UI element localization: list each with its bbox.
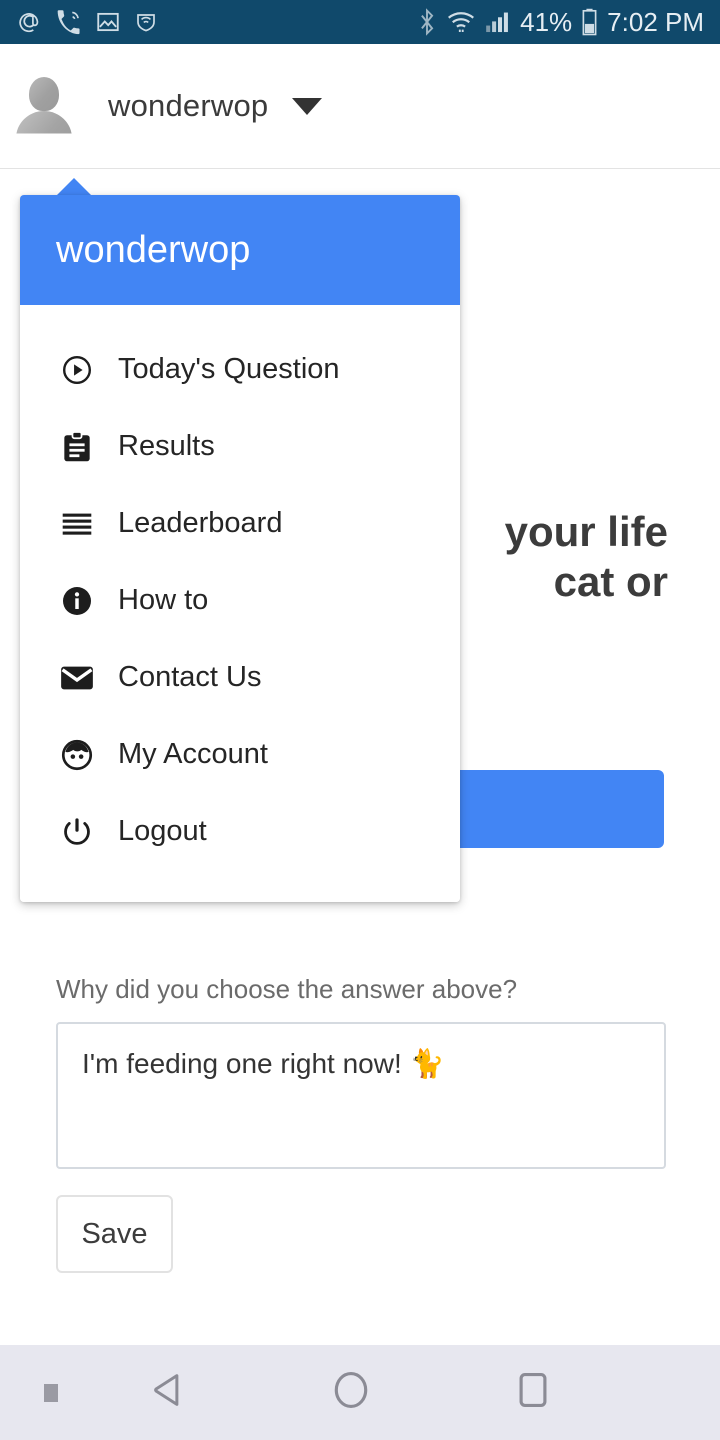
menu-item-label: Logout — [118, 815, 207, 847]
status-bar-right-icons: 41% 7:02 PM — [417, 8, 704, 36]
account-face-icon — [60, 738, 94, 772]
save-button[interactable]: Save — [56, 1195, 173, 1273]
menu-item-my-account[interactable]: My Account — [20, 716, 460, 793]
avatar-body-shape — [16, 111, 72, 134]
menu-item-how-to[interactable]: How to — [20, 562, 460, 639]
menu-header-username: wonderwop — [56, 228, 251, 271]
menu-item-label: Leaderboard — [118, 507, 283, 539]
reason-textarea[interactable] — [56, 1022, 666, 1169]
battery-icon — [582, 8, 597, 36]
menu-item-label: My Account — [118, 738, 268, 770]
menu-item-label: Today's Question — [118, 353, 340, 385]
vpn-shield-icon — [137, 14, 155, 32]
image-icon — [97, 12, 119, 32]
menu-item-list: Today's Question Results Leaderboard How… — [20, 305, 460, 902]
list-lines-icon — [60, 507, 94, 541]
at-sign-icon — [19, 13, 39, 33]
envelope-icon — [60, 661, 94, 695]
caret-down-icon[interactable] — [292, 97, 323, 115]
battery-percent-label: 41% — [520, 7, 573, 37]
menu-item-leaderboard[interactable]: Leaderboard — [20, 485, 460, 562]
header-username[interactable]: wonderwop — [108, 88, 268, 124]
status-bar-left-icons — [16, 9, 158, 35]
menu-item-contact-us[interactable]: Contact Us — [20, 639, 460, 716]
menu-panel: wonderwop Today's Question Results Leade… — [20, 195, 460, 902]
menu-item-label: How to — [118, 584, 209, 616]
menu-item-results[interactable]: Results — [20, 408, 460, 485]
home-circle-icon[interactable] — [330, 1369, 372, 1416]
clipboard-icon — [60, 430, 94, 464]
app-header: wonderwop — [0, 44, 720, 169]
phone-ringing-icon — [57, 10, 80, 35]
menu-item-label: Contact Us — [118, 661, 262, 693]
info-circle-icon — [60, 584, 94, 618]
recents-square-icon[interactable] — [512, 1369, 554, 1416]
menu-item-label: Results — [118, 430, 215, 462]
cellular-signal-icon — [486, 12, 509, 33]
reason-label: Why did you choose the answer above? — [56, 974, 518, 1004]
menu-item-todays-question[interactable]: Today's Question — [20, 331, 460, 408]
play-circle-icon — [60, 353, 94, 387]
phone-screen: 41% 7:02 PM wonderwop your life cat or W… — [0, 0, 720, 1440]
wifi-icon — [448, 12, 475, 32]
menu-header: wonderwop — [20, 195, 460, 305]
avatar-head-shape — [29, 77, 59, 111]
bluetooth-icon — [421, 8, 434, 36]
android-navigation-bar — [0, 1345, 720, 1440]
back-triangle-icon[interactable] — [148, 1369, 190, 1416]
menu-item-logout[interactable]: Logout — [20, 793, 460, 870]
avatar[interactable] — [16, 71, 72, 141]
status-bar: 41% 7:02 PM — [0, 0, 720, 44]
menu-dot-icon[interactable] — [44, 1383, 58, 1402]
clock-label: 7:02 PM — [607, 7, 704, 37]
power-icon — [60, 815, 94, 849]
